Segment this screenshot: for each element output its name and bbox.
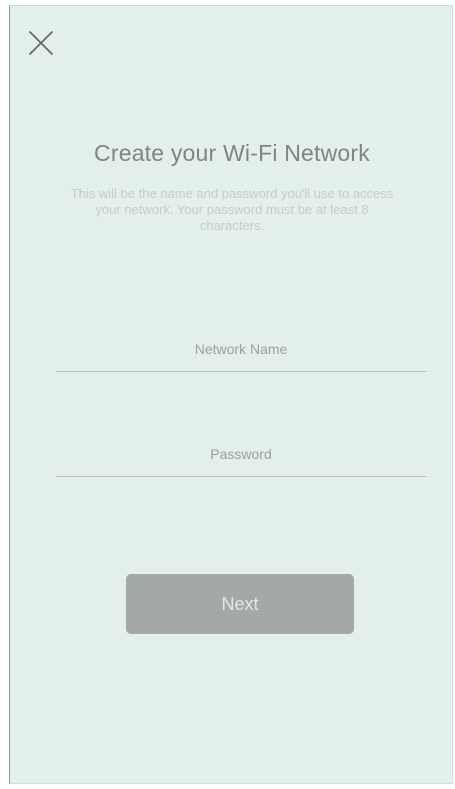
password-input[interactable] bbox=[56, 432, 426, 476]
network-name-field bbox=[56, 327, 426, 372]
next-button[interactable]: Next bbox=[126, 574, 354, 634]
password-field bbox=[56, 432, 426, 477]
wifi-setup-screen: Create your Wi-Fi Network This will be t… bbox=[9, 5, 453, 784]
network-name-input[interactable] bbox=[56, 327, 426, 371]
close-icon bbox=[29, 31, 53, 55]
close-button[interactable] bbox=[24, 26, 58, 60]
page-title: Create your Wi-Fi Network bbox=[94, 140, 370, 166]
page-description: This will be the name and password you'l… bbox=[70, 186, 394, 233]
